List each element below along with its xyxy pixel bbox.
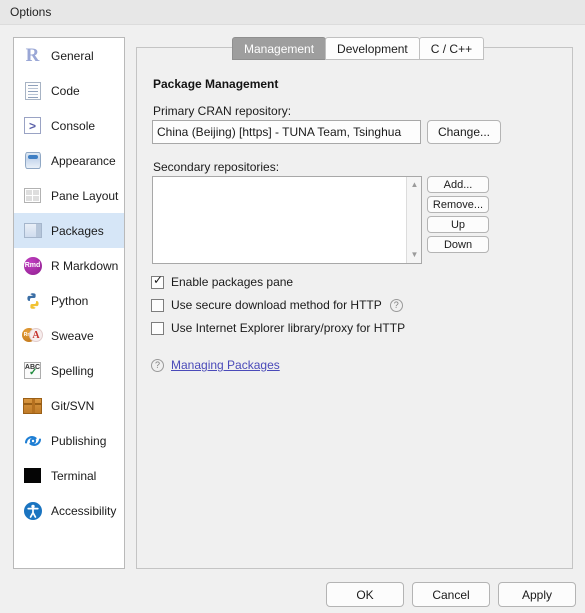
options-category-sidebar[interactable]: R General Code > Console Appearance Pane Layou…: [13, 37, 125, 569]
sidebar-item-git-svn[interactable]: Git/SVN: [14, 388, 124, 423]
secure-download-row[interactable]: Use secure download method for HTTP ?: [151, 297, 403, 313]
pane-grid-icon: [22, 185, 43, 206]
secondary-repositories-listbox[interactable]: ▲ ▼: [152, 176, 422, 264]
sidebar-item-label: Console: [51, 118, 96, 133]
sidebar-item-label: Python: [51, 293, 89, 308]
package-box-icon: [22, 220, 43, 241]
sidebar-item-label: Spelling: [51, 363, 94, 378]
scroll-down-arrow-icon[interactable]: ▼: [407, 248, 422, 262]
secure-download-checkbox[interactable]: [151, 298, 164, 312]
secondary-repositories-scrollbar[interactable]: ▲ ▼: [406, 177, 421, 263]
tab-c-c++[interactable]: C / C++: [418, 37, 485, 60]
sidebar-item-sweave[interactable]: RnwA Sweave: [14, 318, 124, 353]
sidebar-item-label: General: [51, 48, 94, 63]
managing-packages-link[interactable]: Managing Packages: [171, 358, 280, 372]
python-logo-icon: [22, 290, 43, 311]
sidebar-item-label: Appearance: [51, 153, 116, 168]
scroll-up-arrow-icon[interactable]: ▲: [407, 178, 422, 192]
managing-packages-help-row[interactable]: ? Managing Packages: [151, 358, 280, 372]
sidebar-item-label: Terminal: [51, 468, 97, 483]
sidebar-item-label: Packages: [51, 223, 104, 238]
secure-download-label: Use secure download method for HTTP: [171, 298, 382, 312]
enable-packages-pane-row[interactable]: Enable packages pane: [151, 274, 293, 290]
sweave-pdf-icon: RnwA: [22, 325, 43, 346]
accessibility-icon: [22, 500, 43, 521]
rmd-badge-icon: Rmd: [22, 255, 43, 276]
sidebar-item-packages[interactable]: Packages: [14, 213, 124, 248]
change-cran-button[interactable]: Change...: [427, 120, 501, 144]
sidebar-item-label: Pane Layout: [51, 188, 119, 203]
spellcheck-abc-icon: ABC: [22, 360, 43, 381]
move-repository-down-button[interactable]: Down: [427, 236, 489, 253]
tab-management[interactable]: Management: [232, 37, 327, 60]
terminal-icon: [22, 465, 43, 486]
sidebar-item-pane-layout[interactable]: Pane Layout: [14, 178, 124, 213]
tab-development[interactable]: Development: [325, 37, 420, 60]
move-repository-up-button[interactable]: Up: [427, 216, 489, 233]
add-repository-button[interactable]: Add...: [427, 176, 489, 193]
apply-button[interactable]: Apply: [498, 582, 576, 607]
ok-button[interactable]: OK: [326, 582, 404, 607]
sidebar-item-terminal[interactable]: Terminal: [14, 458, 124, 493]
dialog-titlebar: Options: [0, 0, 585, 25]
internet-explorer-proxy-label: Use Internet Explorer library/proxy for …: [171, 321, 406, 335]
page-title: Package Management: [153, 77, 279, 91]
sidebar-item-general[interactable]: R General: [14, 38, 124, 73]
sidebar-item-label: Git/SVN: [51, 398, 95, 413]
sidebar-item-publishing[interactable]: Publishing: [14, 423, 124, 458]
sidebar-item-label: Sweave: [51, 328, 94, 343]
sidebar-item-label: Code: [51, 83, 80, 98]
secondary-repositories-label: Secondary repositories:: [153, 160, 280, 174]
git-box-icon: [22, 395, 43, 416]
sidebar-item-r-markdown[interactable]: Rmd R Markdown: [14, 248, 124, 283]
enable-packages-pane-label: Enable packages pane: [171, 275, 294, 289]
internet-explorer-proxy-row[interactable]: Use Internet Explorer library/proxy for …: [151, 320, 405, 336]
console-prompt-icon: >: [22, 115, 43, 136]
remove-repository-button[interactable]: Remove...: [427, 196, 489, 213]
primary-cran-input[interactable]: [152, 120, 421, 144]
paint-bucket-icon: [22, 150, 43, 171]
sidebar-item-console[interactable]: > Console: [14, 108, 124, 143]
packages-tab-bar[interactable]: Management Development C / C++: [232, 37, 485, 60]
r-logo-icon: R: [25, 45, 40, 66]
enable-packages-pane-checkbox[interactable]: [151, 274, 164, 289]
sidebar-item-appearance[interactable]: Appearance: [14, 143, 124, 178]
sidebar-item-accessibility[interactable]: Accessibility: [14, 493, 124, 528]
sidebar-item-label: Publishing: [51, 433, 107, 448]
secure-download-help-icon[interactable]: ?: [389, 298, 403, 312]
publishing-icon: [22, 430, 43, 451]
primary-cran-label: Primary CRAN repository:: [153, 104, 292, 118]
window-title: Options: [10, 5, 52, 19]
cancel-button[interactable]: Cancel: [412, 582, 490, 607]
help-question-icon[interactable]: ?: [151, 358, 164, 372]
code-document-icon: [22, 80, 43, 101]
sidebar-item-spelling[interactable]: ABC Spelling: [14, 353, 124, 388]
sidebar-item-code[interactable]: Code: [14, 73, 124, 108]
sidebar-item-label: Accessibility: [51, 503, 117, 518]
sidebar-item-label: R Markdown: [51, 258, 119, 273]
sidebar-item-python[interactable]: Python: [14, 283, 124, 318]
internet-explorer-proxy-checkbox[interactable]: [151, 321, 164, 335]
